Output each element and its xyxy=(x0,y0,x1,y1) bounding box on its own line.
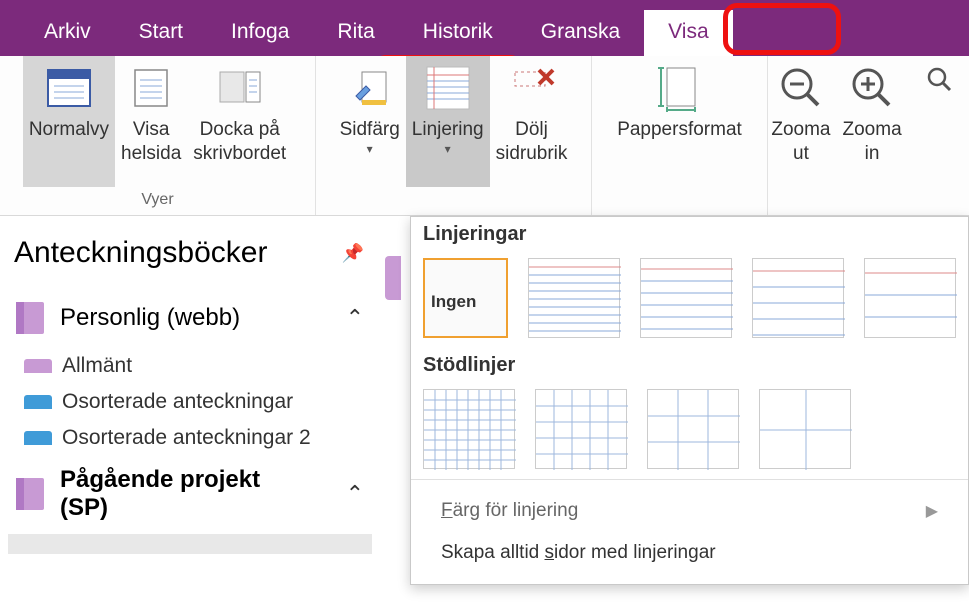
section-tab-icon xyxy=(24,431,52,445)
menu-skapa-alltid[interactable]: Skapa alltid sidor med linjeringar xyxy=(411,532,968,574)
zoomin-label1: Zooma xyxy=(843,118,902,142)
magnifier-icon xyxy=(914,64,966,112)
section-tab-icon xyxy=(24,395,52,409)
thumb-grid-medium[interactable] xyxy=(535,389,627,469)
projekt-label1: Pågående projekt xyxy=(60,466,260,494)
tab-granska[interactable]: Granska xyxy=(517,10,644,56)
thumb-ingen[interactable]: Ingen xyxy=(423,258,508,338)
zoomut-label1: Zooma xyxy=(771,118,830,142)
pappersformat-label: Pappersformat xyxy=(617,118,742,142)
linjeringar-thumbs: Ingen xyxy=(411,254,968,348)
helsida-label1: Visa xyxy=(121,118,181,142)
sidfarg-dropdown-icon: ▾ xyxy=(340,142,400,157)
pappersformat-icon xyxy=(654,64,706,112)
docka-label2: skrivbordet xyxy=(193,142,286,166)
tab-historik[interactable]: Historik xyxy=(399,10,517,56)
btn-docka[interactable]: Docka påskrivbordet xyxy=(187,56,292,187)
sidfarg-icon xyxy=(344,64,396,112)
dolj-icon xyxy=(506,64,558,112)
thumb-rule-college[interactable] xyxy=(640,258,732,338)
notebook-projekt[interactable]: Pågående projekt (SP) ⌃ xyxy=(0,456,380,532)
btn-dolj-sidrubrik[interactable]: Döljsidrubrik xyxy=(490,56,574,187)
helsida-label2: helsida xyxy=(121,142,181,166)
notebook-projekt-label: Pågående projekt (SP) xyxy=(60,466,260,522)
linjering-gallery: Linjeringar Ingen Stödlinjer xyxy=(410,216,969,585)
normalvy-icon xyxy=(43,64,95,112)
page-group-label xyxy=(316,187,591,215)
sidfarg-label: Sidfärg xyxy=(340,118,400,142)
ribbon-group-papper: Pappersformat xyxy=(592,56,768,215)
zoomin-label2: in xyxy=(843,142,902,166)
tab-start[interactable]: Start xyxy=(115,10,207,56)
notebook-collapsed[interactable] xyxy=(8,534,372,554)
normalvy-label: Normalvy xyxy=(29,118,109,142)
gallery-section-stodlinjer: Stödlinjer xyxy=(411,348,968,385)
section-osorterade2[interactable]: Osorterade anteckningar 2 xyxy=(0,420,380,456)
thumb-grid-large[interactable] xyxy=(647,389,739,469)
btn-pappersformat[interactable]: Pappersformat xyxy=(611,56,748,187)
chevron-up-icon: ⌃ xyxy=(346,305,364,331)
tab-indicator[interactable] xyxy=(385,256,401,300)
thumb-grid-xlarge[interactable] xyxy=(759,389,851,469)
notebook-icon xyxy=(10,474,50,514)
btn-zoom-ut[interactable]: Zoomaut xyxy=(765,56,836,187)
tab-arkiv[interactable]: Arkiv xyxy=(20,10,115,56)
dolj-label1: Dölj xyxy=(496,118,568,142)
notebook-personlig-label: Personlig (webb) xyxy=(60,304,240,332)
zoom-out-icon xyxy=(775,64,827,112)
vyer-group-label: Vyer xyxy=(0,187,315,215)
thumb-ingen-label: Ingen xyxy=(431,292,476,312)
tab-rita[interactable]: Rita xyxy=(313,10,398,56)
thumb-rule-narrow[interactable] xyxy=(528,258,620,338)
thumb-rule-standard[interactable] xyxy=(752,258,844,338)
chevron-right-icon: ▶ xyxy=(926,501,938,521)
btn-linjering[interactable]: Linjering▾ xyxy=(406,56,490,187)
section-tab-strip xyxy=(385,256,401,586)
farg-label: Färg för linjering xyxy=(441,500,578,522)
tab-infoga[interactable]: Infoga xyxy=(207,10,313,56)
btn-zoom-in[interactable]: Zoomain xyxy=(837,56,908,187)
btn-normalvy[interactable]: Normalvy xyxy=(23,56,115,187)
chevron-up-icon: ⌃ xyxy=(346,481,364,507)
dolj-label2: sidrubrik xyxy=(496,142,568,166)
notebook-pane-title: Anteckningsböcker xyxy=(14,236,267,270)
stodlinjer-thumbs xyxy=(411,385,968,479)
linjering-label: Linjering xyxy=(412,118,484,142)
zoom-in-icon xyxy=(846,64,898,112)
skapa-label: Skapa alltid sidor med linjeringar xyxy=(441,542,716,564)
notebook-pane-header: Anteckningsböcker 📌 xyxy=(0,216,380,288)
section-allmant[interactable]: Allmänt xyxy=(0,348,380,384)
ribbon: Normalvy Visahelsida Docka påskrivbordet… xyxy=(0,56,969,216)
notebook-pane: Anteckningsböcker 📌 Personlig (webb) ⌃ A… xyxy=(0,216,380,554)
ribbon-group-zoom: Zoomaut Zoomain xyxy=(768,56,969,215)
docka-icon xyxy=(214,64,266,112)
section-tab-icon xyxy=(24,359,52,373)
ribbon-group-page: Sidfärg▾ Linjering▾ Döljsidrubrik xyxy=(316,56,592,215)
projekt-label2: (SP) xyxy=(60,494,260,522)
zoomut-label2: ut xyxy=(771,142,830,166)
btn-sidfarg[interactable]: Sidfärg▾ xyxy=(334,56,406,187)
linjering-icon xyxy=(422,64,474,112)
helsida-icon xyxy=(125,64,177,112)
notebook-icon xyxy=(10,298,50,338)
btn-visa-helsida[interactable]: Visahelsida xyxy=(115,56,187,187)
pin-icon[interactable]: 📌 xyxy=(342,243,364,264)
thumb-grid-small[interactable] xyxy=(423,389,515,469)
linjering-dropdown-icon: ▾ xyxy=(412,142,484,157)
section-allmant-label: Allmänt xyxy=(62,354,132,378)
notebook-personlig[interactable]: Personlig (webb) ⌃ xyxy=(0,288,380,348)
menu-tabbar: Arkiv Start Infoga Rita Historik Granska… xyxy=(0,0,969,56)
section-osorterade[interactable]: Osorterade anteckningar xyxy=(0,384,380,420)
gallery-footer: Färg för linjering ▶ Skapa alltid sidor … xyxy=(411,479,968,584)
btn-zoom-extra[interactable] xyxy=(908,56,969,187)
docka-label1: Docka på xyxy=(193,118,286,142)
ribbon-group-vyer: Normalvy Visahelsida Docka påskrivbordet… xyxy=(0,56,316,215)
menu-farg-for-linjering[interactable]: Färg för linjering ▶ xyxy=(411,490,968,532)
section-osorterade2-label: Osorterade anteckningar 2 xyxy=(62,426,311,450)
tab-visa[interactable]: Visa xyxy=(644,10,732,56)
thumb-rule-wide[interactable] xyxy=(864,258,956,338)
section-osorterade-label: Osorterade anteckningar xyxy=(62,390,293,414)
gallery-section-linjeringar: Linjeringar xyxy=(411,217,968,254)
